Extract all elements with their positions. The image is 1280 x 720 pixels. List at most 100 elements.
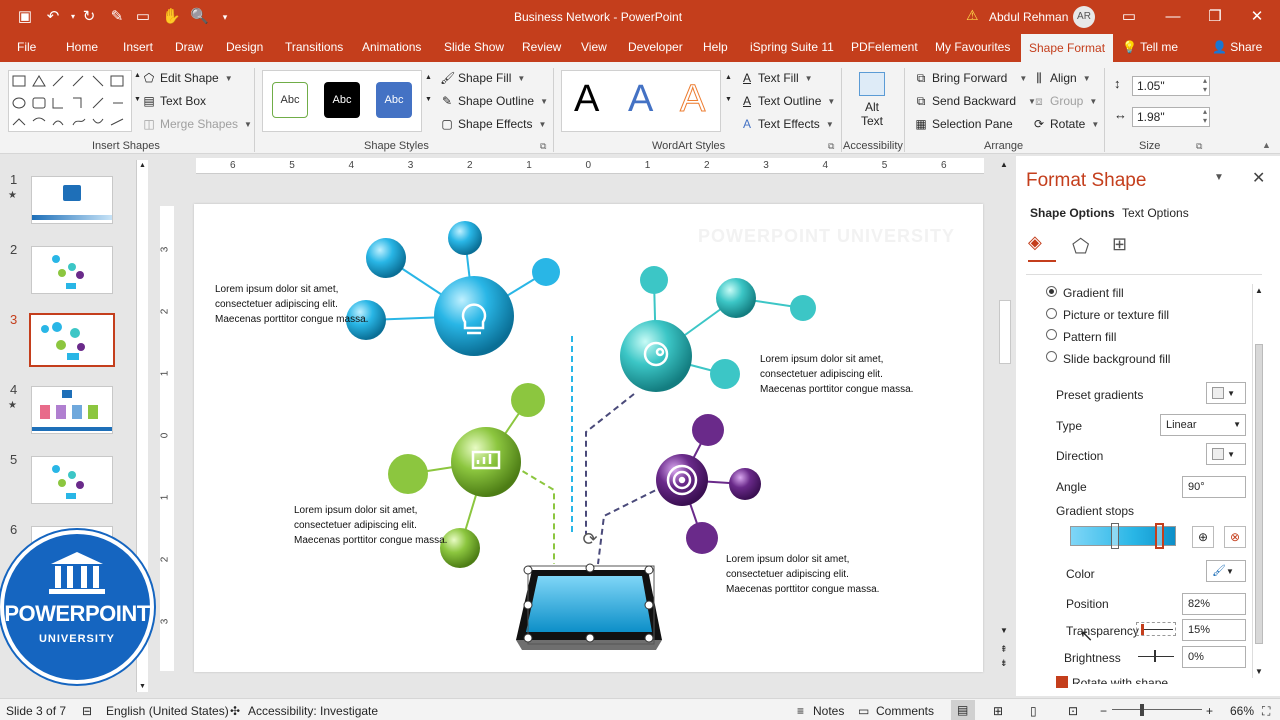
spelling-icon[interactable]: ⊟ [82, 704, 92, 718]
tab-my-favourites[interactable]: My Favourites [935, 40, 1010, 54]
selection-pane-button[interactable]: ▦ Selection Pane [914, 117, 1012, 131]
minimize-icon[interactable]: — [1164, 8, 1182, 26]
position-input[interactable]: 82% [1182, 593, 1246, 615]
slide-thumbnail-5[interactable] [31, 456, 113, 504]
shape-outline-button[interactable]: ✎ Shape Outline ▼ [440, 94, 548, 108]
scroll-up-icon[interactable]: ▲ [1000, 160, 1008, 169]
transparency-slider-thumb[interactable] [1141, 624, 1144, 635]
gradient-fill-radio[interactable] [1046, 286, 1057, 297]
tab-slide-show[interactable]: Slide Show [444, 40, 504, 54]
text-box-button[interactable]: ▤ Text Box [142, 94, 206, 108]
shape-width-input[interactable]: 1.98" [1132, 107, 1210, 127]
previous-slide-icon[interactable]: ⇞ [1000, 644, 1008, 655]
slideshow-icon[interactable]: ⊡ [1068, 704, 1078, 718]
remove-gradient-stop-icon[interactable]: ⊗ [1224, 526, 1246, 548]
shape-height-input[interactable]: 1.05" [1132, 76, 1210, 96]
tab-developer[interactable]: Developer [628, 40, 683, 54]
slide-thumbnail-2[interactable] [31, 246, 113, 294]
print-preview-icon[interactable]: 🔍 [190, 8, 209, 26]
angle-input[interactable]: 90° [1182, 476, 1246, 498]
alt-text-button[interactable]: Alt Text [850, 70, 894, 136]
dialog-launcher-icon[interactable]: ⧉ [828, 141, 834, 152]
zoom-slider-thumb[interactable] [1140, 704, 1144, 716]
tab-shape-options[interactable]: Shape Options [1030, 206, 1115, 220]
tab-home[interactable]: Home [66, 40, 98, 54]
brightness-slider-thumb[interactable] [1154, 650, 1156, 662]
lorem-text-4[interactable]: Lorem ipsum dolor sit amet, consectetuer… [726, 552, 896, 597]
brightness-input[interactable]: 0% [1182, 646, 1246, 668]
reading-view-icon[interactable]: ▯ [1030, 704, 1037, 718]
scroll-thumb[interactable] [999, 300, 1011, 364]
next-slide-icon[interactable]: ⇟ [1000, 658, 1008, 669]
group-button[interactable]: ⧈ Group ▼ [1032, 94, 1097, 108]
lorem-text-1[interactable]: Lorem ipsum dolor sit amet, consectetuer… [215, 282, 385, 327]
merge-shapes-button[interactable]: ◫ Merge Shapes ▼ [142, 117, 252, 131]
slide-canvas[interactable]: POWERPOINT UNIVERSITY ⟳ Lorem ipsum dolo… [194, 204, 983, 672]
text-effects-button[interactable]: A Text Effects ▼ [740, 117, 834, 131]
present-icon[interactable]: ▭ [134, 8, 152, 26]
scroll-down-icon[interactable]: ▼ [1000, 626, 1008, 635]
slide-thumbnail-4[interactable] [31, 386, 113, 434]
gradient-stops-bar[interactable] [1070, 523, 1176, 549]
style-preset-3[interactable]: Abc [376, 82, 412, 118]
tab-transitions[interactable]: Transitions [285, 40, 343, 54]
collapse-ribbon-icon[interactable]: ▲ [1262, 140, 1271, 150]
gradient-stop-2[interactable] [1155, 523, 1164, 549]
wordart-style-1[interactable]: A [574, 78, 599, 121]
transparency-slider[interactable] [1136, 622, 1176, 636]
brightness-slider[interactable] [1138, 656, 1174, 657]
gallery-down-icon[interactable]: ▼ [725, 96, 732, 103]
zoom-in-icon[interactable]: + [1206, 704, 1213, 718]
tab-view[interactable]: View [581, 40, 607, 54]
slide-sorter-icon[interactable]: ⊞ [993, 704, 1003, 718]
fill-line-tab[interactable]: ◈ [1028, 232, 1056, 262]
accessibility-status[interactable]: Accessibility: Investigate [248, 704, 378, 718]
format-painter-icon[interactable]: ✎ [108, 8, 126, 26]
pattern-fill-radio[interactable] [1046, 329, 1057, 340]
wordart-style-3[interactable]: A [679, 78, 705, 121]
user-name[interactable]: Abdul Rehman [989, 10, 1068, 24]
notes-button[interactable]: Notes [813, 704, 844, 718]
zoom-level[interactable]: 66% [1230, 704, 1254, 718]
fit-to-window-icon[interactable]: ⛶ [1262, 704, 1270, 719]
close-pane-icon[interactable]: ✕ [1252, 168, 1265, 188]
share-button[interactable]: 👤 Share [1212, 40, 1262, 54]
effects-tab-icon[interactable]: ⬠ [1072, 234, 1089, 259]
picture-fill-radio[interactable] [1046, 308, 1057, 319]
add-gradient-stop-icon[interactable]: ⊕ [1192, 526, 1214, 548]
gradient-stop-1[interactable] [1111, 523, 1119, 549]
text-fill-button[interactable]: A Text Fill ▼ [740, 71, 813, 85]
tab-tell-me[interactable]: 💡 Tell me [1122, 40, 1178, 54]
lorem-text-3[interactable]: Lorem ipsum dolor sit amet, consectetuer… [294, 503, 464, 548]
style-preset-2[interactable]: Abc [324, 82, 360, 118]
tab-text-options[interactable]: Text Options [1122, 206, 1189, 220]
send-backward-button[interactable]: ⧉ Send Backward ▼ [914, 94, 1036, 108]
tab-design[interactable]: Design [226, 40, 263, 54]
pane-scrollbar[interactable]: ▲ ▼ [1252, 284, 1264, 678]
tab-shape-format[interactable]: Shape Format [1021, 34, 1114, 62]
slide-thumbnail-1[interactable] [31, 176, 113, 224]
shape-effects-button[interactable]: ▢ Shape Effects ▼ [440, 117, 546, 131]
dialog-launcher-icon[interactable]: ⧉ [1196, 141, 1202, 152]
type-dropdown[interactable]: Linear ▼ [1160, 414, 1246, 436]
redo-icon[interactable]: ↻ [80, 8, 98, 26]
shape-gallery[interactable] [8, 70, 132, 132]
restore-icon[interactable]: ❐ [1206, 8, 1224, 26]
gallery-up-icon[interactable]: ▲ [425, 74, 432, 81]
close-icon[interactable]: ✕ [1248, 8, 1266, 26]
touch-mode-icon[interactable]: ✋ [162, 8, 181, 26]
preset-gradients-dropdown[interactable]: ▼ [1206, 382, 1246, 404]
zoom-out-icon[interactable]: − [1100, 704, 1107, 718]
tab-review[interactable]: Review [522, 40, 561, 54]
customize-toolbar-icon[interactable]: ▾ [216, 8, 234, 26]
comments-button[interactable]: Comments [876, 704, 934, 718]
slide-thumbnail-3[interactable] [29, 313, 115, 367]
color-picker[interactable]: 🖌▼ [1206, 560, 1246, 582]
dialog-launcher-icon[interactable]: ⧉ [540, 141, 546, 152]
wordart-style-2[interactable]: A [628, 78, 653, 121]
style-preset-1[interactable]: Abc [272, 82, 308, 118]
tab-help[interactable]: Help [703, 40, 728, 54]
gallery-down-icon[interactable]: ▼ [134, 96, 141, 103]
size-properties-tab-icon[interactable]: ⊞ [1112, 234, 1127, 255]
align-button[interactable]: ⫼ Align ▼ [1032, 71, 1090, 85]
